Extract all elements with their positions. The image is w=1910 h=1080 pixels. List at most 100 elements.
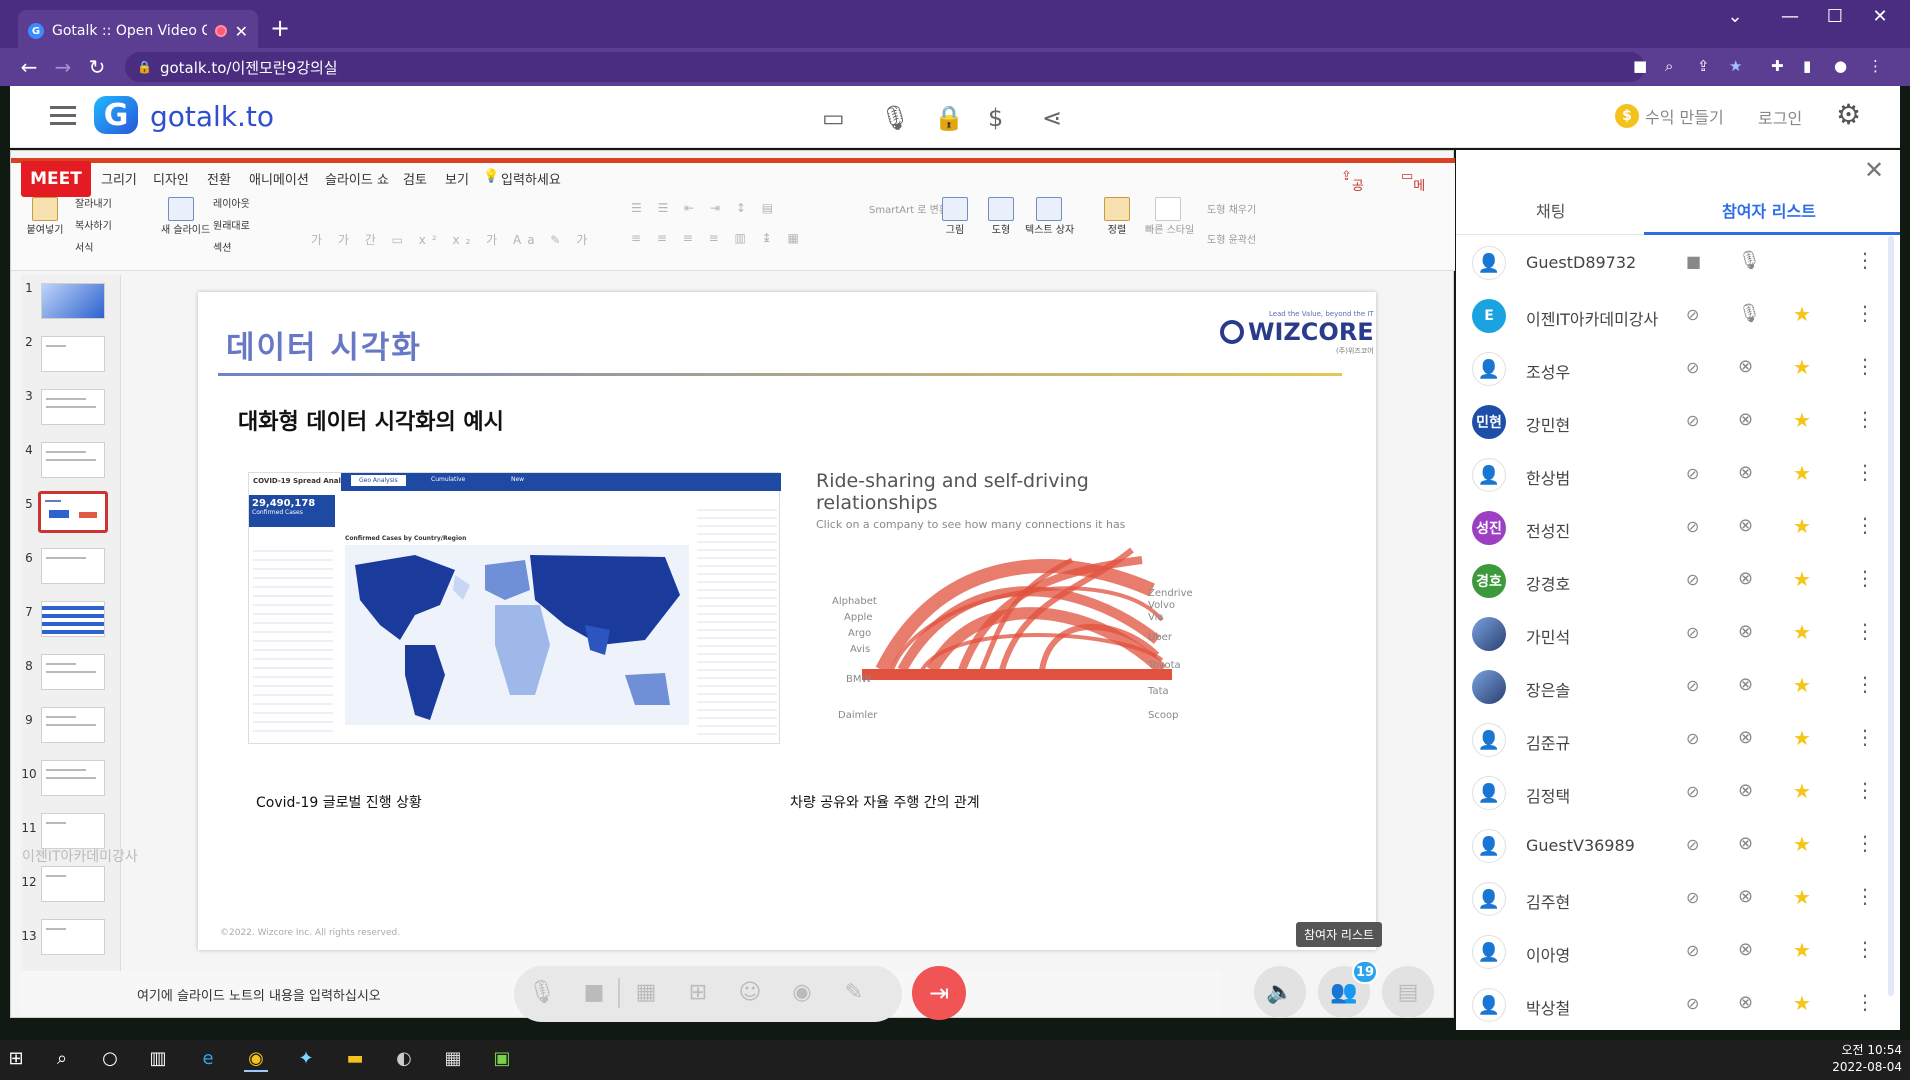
tab-participants[interactable]: 참여자 리스트 xyxy=(1722,198,1816,222)
star-icon[interactable]: ★ xyxy=(1793,302,1811,326)
mic-toggle-icon[interactable]: 🎙 xyxy=(528,980,556,1005)
slide-thumbnail[interactable] xyxy=(41,283,105,319)
camera-off-icon[interactable]: ⊘ xyxy=(1686,782,1699,801)
screen-share-icon[interactable]: ▭ xyxy=(822,104,845,132)
camera-off-icon[interactable]: ⊘ xyxy=(1686,994,1699,1013)
lock-icon[interactable]: 🔒 xyxy=(934,104,964,132)
task-view-icon[interactable]: ▥ xyxy=(146,1048,170,1072)
camera-on-icon[interactable]: ■ xyxy=(1686,252,1701,271)
slide-thumbnail[interactable] xyxy=(41,548,105,584)
camera-off-icon[interactable]: ⊘ xyxy=(1686,517,1699,536)
menu-view[interactable]: 보기 xyxy=(445,169,469,188)
extensions-icon[interactable]: ✚ xyxy=(1771,57,1784,75)
more-options-icon[interactable]: ⋮ xyxy=(1855,513,1875,537)
textbox-button[interactable]: 텍스트 상자 xyxy=(1025,197,1074,236)
tab-search-icon[interactable]: ⌄ xyxy=(1720,6,1750,27)
star-icon[interactable]: ★ xyxy=(1793,514,1811,538)
slide-thumbnail[interactable] xyxy=(41,919,105,955)
star-icon[interactable]: ★ xyxy=(1793,620,1811,644)
participant-row[interactable]: 성진 전성진 ⊘ ⊗ ★ ⋮ xyxy=(1472,505,1892,558)
mic-off-icon[interactable]: ⊗ xyxy=(1738,515,1753,536)
menu-design[interactable]: 디자인 xyxy=(153,169,189,188)
mic-off-icon[interactable]: ⊗ xyxy=(1738,833,1753,854)
slide-thumbnail[interactable] xyxy=(41,707,105,743)
mic-on-icon[interactable]: 🎙 xyxy=(1738,303,1761,324)
slide-thumbnail[interactable] xyxy=(41,336,105,372)
bookmark-star-icon[interactable]: ★ xyxy=(1729,57,1742,75)
more-options-icon[interactable]: ⋮ xyxy=(1855,990,1875,1014)
star-icon[interactable]: ★ xyxy=(1793,779,1811,803)
section-button[interactable]: 섹션 xyxy=(213,239,231,254)
camera-off-icon[interactable]: ⊘ xyxy=(1686,305,1699,324)
mic-off-icon[interactable]: ⊗ xyxy=(1738,727,1753,748)
mic-off-icon[interactable]: ⊗ xyxy=(1738,939,1753,960)
camera-off-icon[interactable]: ⊘ xyxy=(1686,676,1699,695)
slide-thumbnail[interactable] xyxy=(41,866,105,902)
star-icon[interactable]: ★ xyxy=(1793,355,1811,379)
reset-button[interactable]: 원래대로 xyxy=(213,217,250,232)
meet-badge[interactable]: MEET xyxy=(21,161,91,197)
share-ppt-button[interactable]: ⇪ 공유 xyxy=(1341,169,1364,213)
participant-row[interactable]: 👤 이아영 ⊘ ⊗ ★ ⋮ xyxy=(1472,929,1892,982)
mic-off-icon[interactable]: ⊗ xyxy=(1738,886,1753,907)
camera-icon[interactable]: ■ xyxy=(1633,57,1647,75)
close-panel-icon[interactable]: ✕ xyxy=(1864,156,1884,184)
shape-fill-button[interactable]: 도형 채우기 xyxy=(1207,201,1256,216)
slide-thumbnail[interactable] xyxy=(41,813,105,849)
more-options-icon[interactable]: ⋮ xyxy=(1855,460,1875,484)
star-icon[interactable]: ★ xyxy=(1793,673,1811,697)
mic-on-icon[interactable]: 🎙 xyxy=(1738,250,1761,271)
camera-off-icon[interactable]: ⊘ xyxy=(1686,835,1699,854)
forward-icon[interactable]: → xyxy=(48,55,78,79)
mic-off-icon[interactable]: ⊗ xyxy=(1738,674,1753,695)
emoji-icon[interactable]: ☺ xyxy=(736,980,764,1005)
chat-button[interactable]: ▤ xyxy=(1382,966,1434,1018)
more-options-icon[interactable]: ⋮ xyxy=(1855,778,1875,802)
slide-thumbnail[interactable] xyxy=(41,442,105,478)
mic-off-icon[interactable]: ⊗ xyxy=(1738,621,1753,642)
camera-off-icon[interactable]: ⊘ xyxy=(1686,570,1699,589)
slide-thumbnail[interactable] xyxy=(41,389,105,425)
chrome-icon[interactable]: ◉ xyxy=(244,1048,268,1072)
menu-draw[interactable]: 그리기 xyxy=(101,169,137,188)
more-options-icon[interactable]: ⋮ xyxy=(1855,301,1875,325)
star-icon[interactable]: ★ xyxy=(1793,938,1811,962)
share-page-icon[interactable]: ⇪ xyxy=(1697,57,1710,75)
edge-icon[interactable]: e xyxy=(196,1048,220,1072)
participant-row[interactable]: 👤 박상철 ⊘ ⊗ ★ ⋮ xyxy=(1472,982,1892,1035)
mic-off-icon[interactable]: ⊗ xyxy=(1738,780,1753,801)
star-icon[interactable]: ★ xyxy=(1793,991,1811,1015)
speaker-button[interactable]: 🔈 xyxy=(1254,966,1306,1018)
star-icon[interactable]: ★ xyxy=(1793,726,1811,750)
copy-button[interactable]: 복사하기 xyxy=(75,217,112,232)
new-slide-button[interactable]: 새 슬라이드 xyxy=(161,197,210,236)
star-icon[interactable]: ★ xyxy=(1793,832,1811,856)
participant-row[interactable]: 👤 조성우 ⊘ ⊗ ★ ⋮ xyxy=(1472,346,1892,399)
camera-off-icon[interactable]: ⊘ xyxy=(1686,411,1699,430)
format-painter-button[interactable]: 서식 xyxy=(75,239,93,254)
camera-off-icon[interactable]: ⊘ xyxy=(1686,941,1699,960)
slide-thumbnail[interactable] xyxy=(41,654,105,690)
settings-gear-icon[interactable]: ⚙ xyxy=(1836,98,1861,131)
participant-row[interactable]: 가민석 ⊘ ⊗ ★ ⋮ xyxy=(1472,611,1892,664)
mic-off-icon[interactable]: ⊗ xyxy=(1738,356,1753,377)
participant-row[interactable]: 👤 김주현 ⊘ ⊗ ★ ⋮ xyxy=(1472,876,1892,929)
more-options-icon[interactable]: ⋮ xyxy=(1855,937,1875,961)
camera-toggle-icon[interactable]: ■ xyxy=(580,980,608,1005)
more-options-icon[interactable]: ⋮ xyxy=(1855,831,1875,855)
file-explorer-icon[interactable]: ▬ xyxy=(343,1048,367,1072)
star-icon[interactable]: ★ xyxy=(1793,885,1811,909)
more-options-icon[interactable]: ⋮ xyxy=(1855,672,1875,696)
participant-row[interactable]: 👤 GuestD89732 ■ 🎙 ⋮ xyxy=(1472,240,1892,293)
participant-row[interactable]: 민현 강민현 ⊘ ⊗ ★ ⋮ xyxy=(1472,399,1892,452)
picture-button[interactable]: 그림 xyxy=(937,197,973,236)
participant-row[interactable]: 경호 강경호 ⊘ ⊗ ★ ⋮ xyxy=(1472,558,1892,611)
new-tab-button[interactable]: + xyxy=(270,14,290,42)
dollar-icon[interactable]: $ xyxy=(988,104,1003,132)
search-icon[interactable]: ⌕ xyxy=(50,1048,74,1072)
camera-off-icon[interactable]: ⊘ xyxy=(1686,358,1699,377)
more-options-icon[interactable]: ⋮ xyxy=(1855,725,1875,749)
url-field[interactable]: 🔒 gotalk.to/이젠모란9강의실 xyxy=(125,52,1645,82)
camera-off-icon[interactable]: ⊘ xyxy=(1686,623,1699,642)
mic-off-icon[interactable]: ⊗ xyxy=(1738,568,1753,589)
